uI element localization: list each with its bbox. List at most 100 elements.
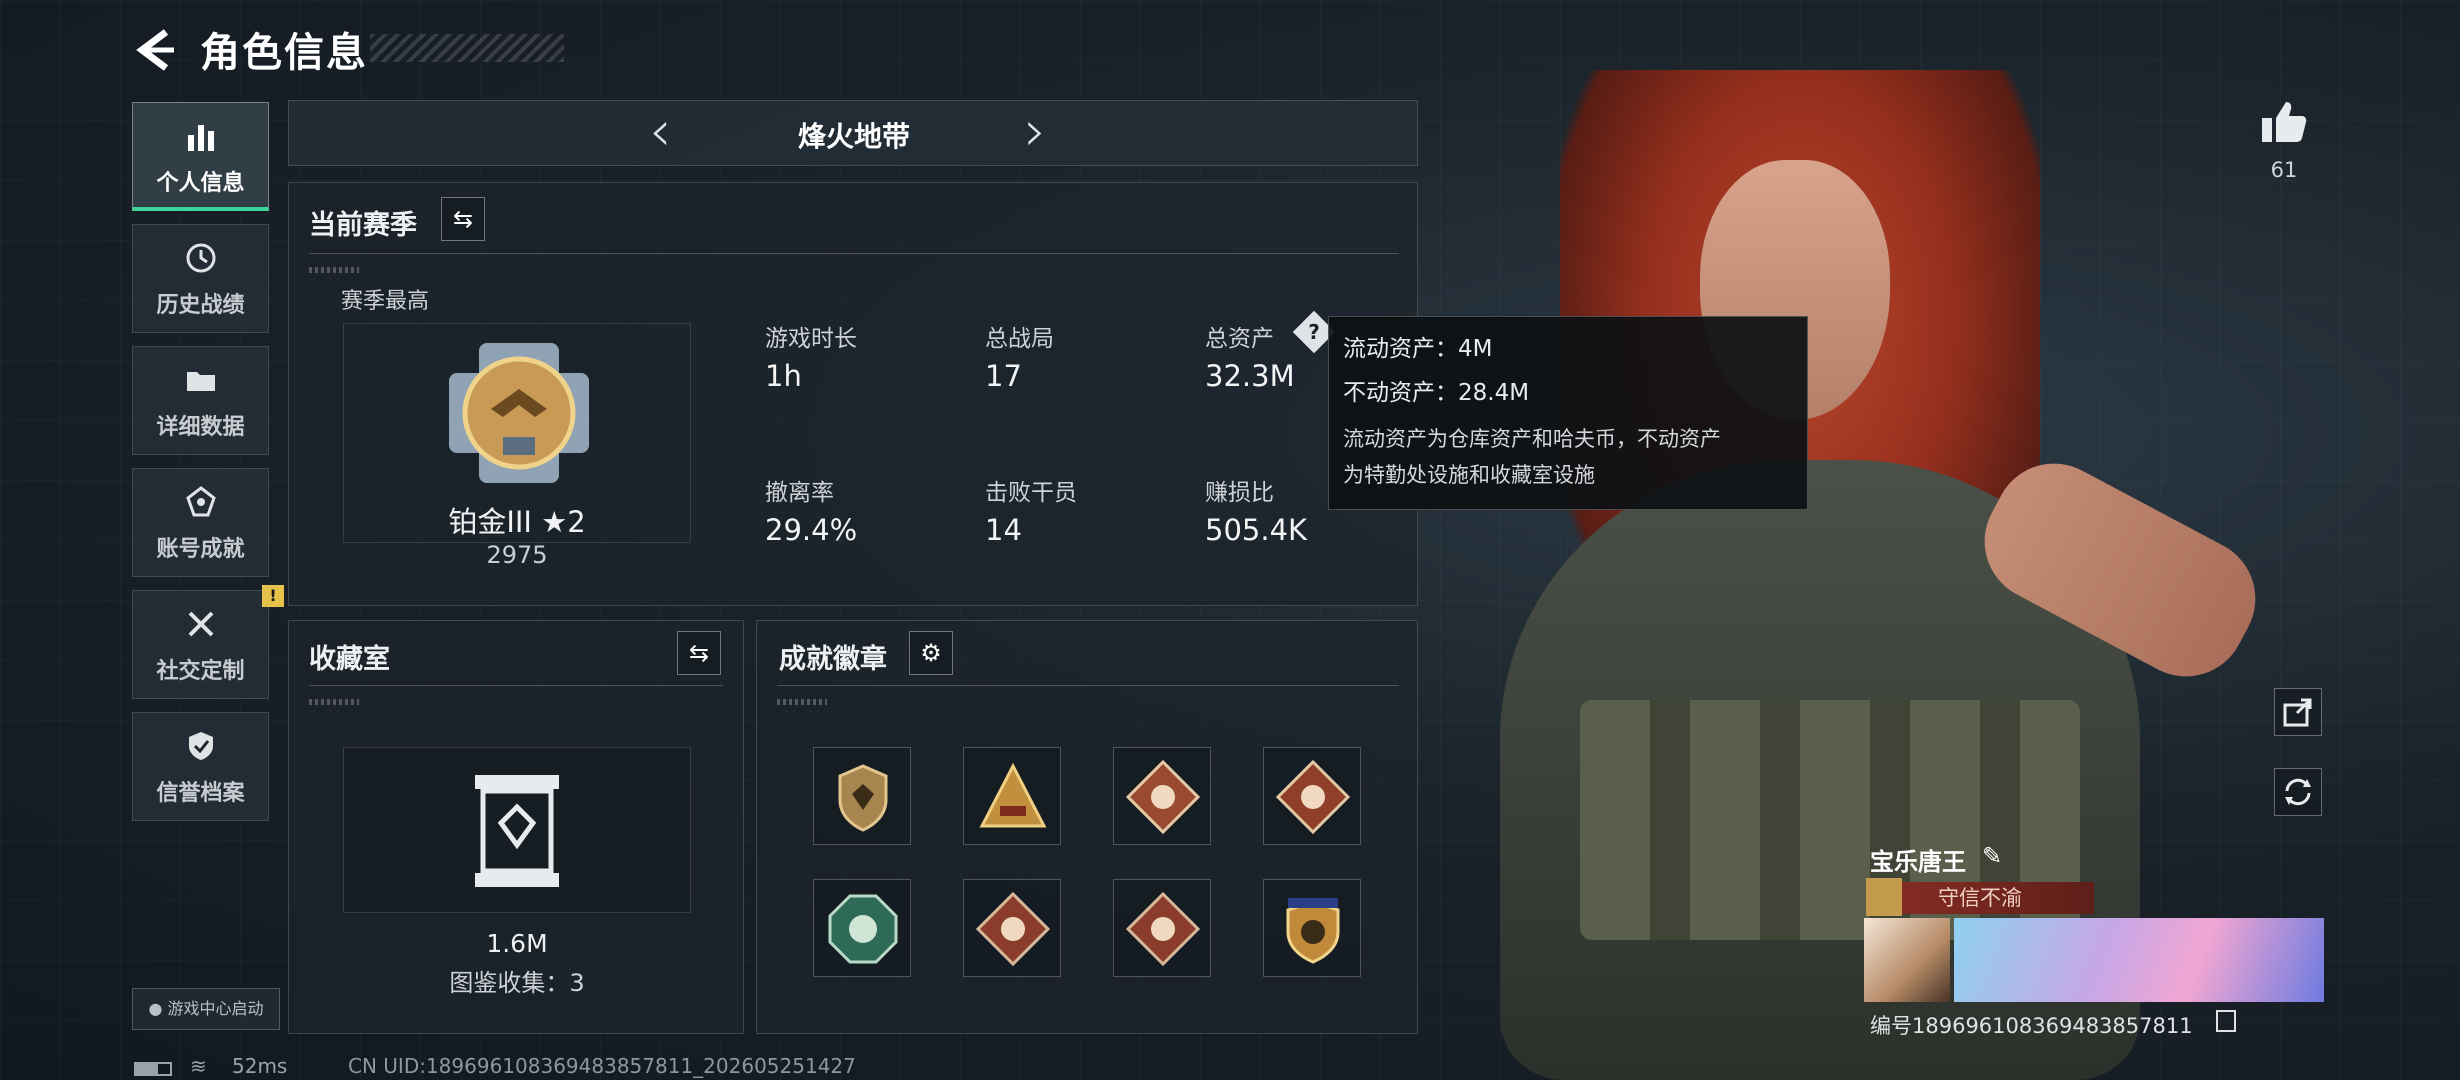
- sidebar-item-label: 历史战绩: [156, 293, 245, 318]
- stat-value-extraction-rate: 29.4%: [765, 513, 858, 547]
- season-title: 当前赛季: [309, 210, 417, 241]
- medal-icon: [133, 485, 268, 525]
- rotate-icon: [2285, 778, 2311, 806]
- display-case-icon: [469, 771, 565, 891]
- rank-score: 2975: [486, 541, 548, 569]
- sidebar-item-label: 详细数据: [156, 415, 245, 440]
- diamond-badge-icon: [975, 891, 1051, 967]
- copy-icon[interactable]: [2216, 1010, 2236, 1032]
- achievements-settings-button[interactable]: ⚙: [909, 631, 953, 675]
- game-center-label: 游戏中心启动: [167, 999, 264, 1018]
- refresh-button[interactable]: [2274, 768, 2322, 816]
- sidebar-item-credit-file[interactable]: 信誉档案: [132, 712, 269, 821]
- share-button[interactable]: [2274, 688, 2322, 736]
- tooltip-description-line1: 流动资产为仓库资产和哈夫币，不动资产: [1343, 427, 1721, 451]
- season-panel: 当前赛季 ⇆ 赛季最高 铂金III ★2 2975 游戏时长 1h 总战局 17…: [288, 182, 1418, 606]
- stat-value-matches: 17: [985, 359, 1022, 393]
- avatar[interactable]: [1864, 918, 1950, 1002]
- like-count: 61: [2270, 158, 2298, 182]
- achievement-badge[interactable]: [1113, 747, 1211, 845]
- thumbs-up-icon: [2262, 102, 2307, 142]
- divider: [309, 253, 1399, 254]
- sidebar-item-label: 账号成就: [156, 537, 245, 562]
- motto-crest-icon: [1866, 878, 1902, 916]
- ping-value: 52ms: [232, 1054, 288, 1078]
- footer-uid: CN UID:1896961083694838578​11_2026052514…: [348, 1054, 856, 1078]
- player-banner[interactable]: [1954, 918, 2324, 1002]
- back-arrow-icon: [136, 29, 174, 71]
- player-name: 宝乐唐王: [1870, 848, 1966, 876]
- folder-icon: [133, 363, 268, 403]
- player-id: 编号1896961083694838578​11: [1870, 1014, 2193, 1038]
- collection-panel: 收藏室 ⇆ 1.6M 图鉴收集：3: [288, 620, 744, 1034]
- decoration: [309, 267, 359, 273]
- decoration: [777, 699, 827, 705]
- sidebar-item-label: 个人信息: [156, 171, 245, 196]
- like-button[interactable]: [2258, 96, 2310, 148]
- battery-icon: [134, 1062, 172, 1076]
- achievement-badge[interactable]: [813, 747, 911, 845]
- game-center-launch-button[interactable]: ● 游戏中心启动: [132, 988, 280, 1030]
- stat-value-kills: 14: [985, 513, 1022, 547]
- clock-history-icon: [133, 241, 268, 281]
- tooltip-description-line2: 为特勤处设施和收藏室设施: [1343, 463, 1595, 487]
- sidebar-item-label: 信誉档案: [156, 781, 245, 806]
- sidebar-item-label: 社交定制: [156, 659, 245, 684]
- mode-selector: ‹ 烽火地带 ›: [288, 99, 1418, 166]
- stat-label-kills: 击败干员: [985, 480, 1077, 506]
- sidebar-item-history[interactable]: 历史战绩: [132, 224, 269, 333]
- share-icon: [2283, 698, 2312, 727]
- stat-label-playtime: 游戏时长: [765, 326, 857, 352]
- collection-title: 收藏室: [309, 644, 390, 675]
- shield-check-icon: [133, 729, 268, 769]
- edit-name-icon[interactable]: ✎: [1982, 842, 2002, 870]
- achievement-badge[interactable]: [1263, 879, 1361, 977]
- collection-switch-button[interactable]: ⇆: [677, 631, 721, 675]
- tooltip-fixed-assets: 不动资产：28.4M: [1343, 380, 1530, 406]
- game-center-icon: ●: [148, 999, 168, 1018]
- achievement-badge[interactable]: [813, 879, 911, 977]
- tooltip-liquid-assets: 流动资产：4M: [1343, 336, 1493, 362]
- season-switch-button[interactable]: ⇆: [441, 197, 485, 241]
- sidebar-item-social-custom[interactable]: 社交定制 !: [132, 585, 284, 699]
- assets-tooltip: 流动资产：4M 不动资产：28.4M 流动资产为仓库资产和哈夫币，不动资产 为特…: [1328, 316, 1808, 510]
- divider: [309, 685, 723, 686]
- sidebar-item-achievements[interactable]: 账号成就: [132, 468, 269, 577]
- stat-label-assets: 总资产: [1205, 326, 1274, 352]
- sidebar-item-personal-info[interactable]: 个人信息: [132, 102, 269, 211]
- achievement-badge[interactable]: [1263, 747, 1361, 845]
- star-shield-badge-icon: [1286, 898, 1340, 964]
- achievement-badge[interactable]: [963, 747, 1061, 845]
- mode-name: 烽火地带: [797, 120, 910, 153]
- season-best-label: 赛季最高: [341, 289, 430, 314]
- divider: [777, 685, 1399, 686]
- warning-badge: !: [262, 585, 284, 607]
- triangle-badge-icon: [979, 762, 1047, 828]
- shield-badge-icon: [838, 764, 888, 832]
- achievement-badge[interactable]: [963, 879, 1061, 977]
- title-decoration: [370, 34, 564, 62]
- stat-label-profit-ratio: 赚损比: [1205, 480, 1274, 506]
- collection-value: 1.6M: [486, 929, 548, 958]
- rank-emblem-icon: [439, 333, 599, 493]
- decoration: [309, 699, 359, 705]
- diamond-badge-icon: [1125, 759, 1201, 835]
- stat-label-matches: 总战局: [985, 326, 1054, 352]
- stat-value-assets: 32.3M: [1205, 359, 1295, 393]
- octagon-badge-icon: [828, 894, 898, 964]
- bar-chart-icon: [133, 119, 268, 159]
- achievements-panel: 成就徽章 ⚙: [756, 620, 1418, 1034]
- diamond-badge-icon: [1275, 759, 1351, 835]
- achievement-badge[interactable]: [1113, 879, 1211, 977]
- stat-label-extraction-rate: 撤离率: [765, 480, 834, 506]
- collection-count: 图鉴收集：3: [449, 969, 585, 997]
- page-title: 角色信息: [200, 30, 368, 76]
- achievements-title: 成就徽章: [779, 644, 887, 675]
- tools-icon: [133, 607, 268, 647]
- diamond-badge-icon: [1125, 891, 1201, 967]
- sidebar-item-detailed-data[interactable]: 详细数据: [132, 346, 269, 455]
- stat-value-playtime: 1h: [765, 359, 802, 393]
- back-button[interactable]: [132, 26, 180, 74]
- next-mode-chevron-icon[interactable]: ›: [1024, 99, 1046, 165]
- rank-name: 铂金III ★2: [448, 505, 586, 539]
